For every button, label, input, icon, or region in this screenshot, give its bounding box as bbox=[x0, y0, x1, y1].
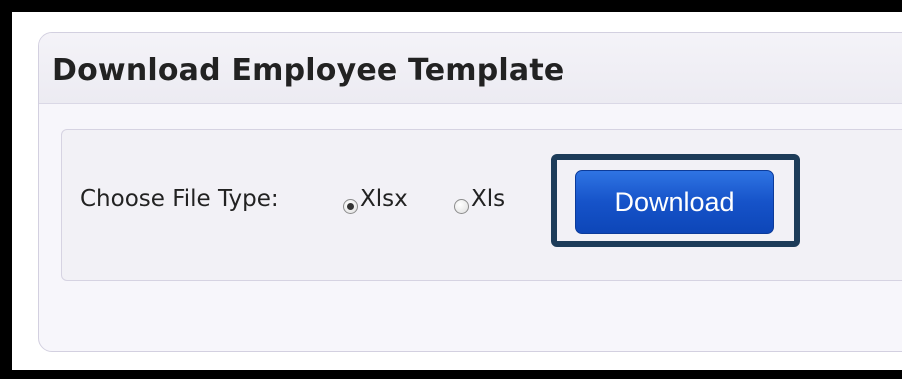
xlsx-radio-label[interactable]: Xlsx bbox=[360, 186, 408, 212]
xls-radio-label[interactable]: Xls bbox=[471, 186, 505, 212]
xlsx-radio-button[interactable] bbox=[343, 199, 358, 214]
download-button[interactable]: Download bbox=[575, 170, 774, 234]
panel-header: Download Employee Template bbox=[39, 33, 902, 104]
panel-title: Download Employee Template bbox=[52, 53, 565, 88]
file-type-label: Choose File Type: bbox=[80, 186, 279, 212]
xls-radio-button[interactable] bbox=[454, 199, 469, 214]
screen: Download Employee Template Choose File T… bbox=[12, 12, 902, 370]
